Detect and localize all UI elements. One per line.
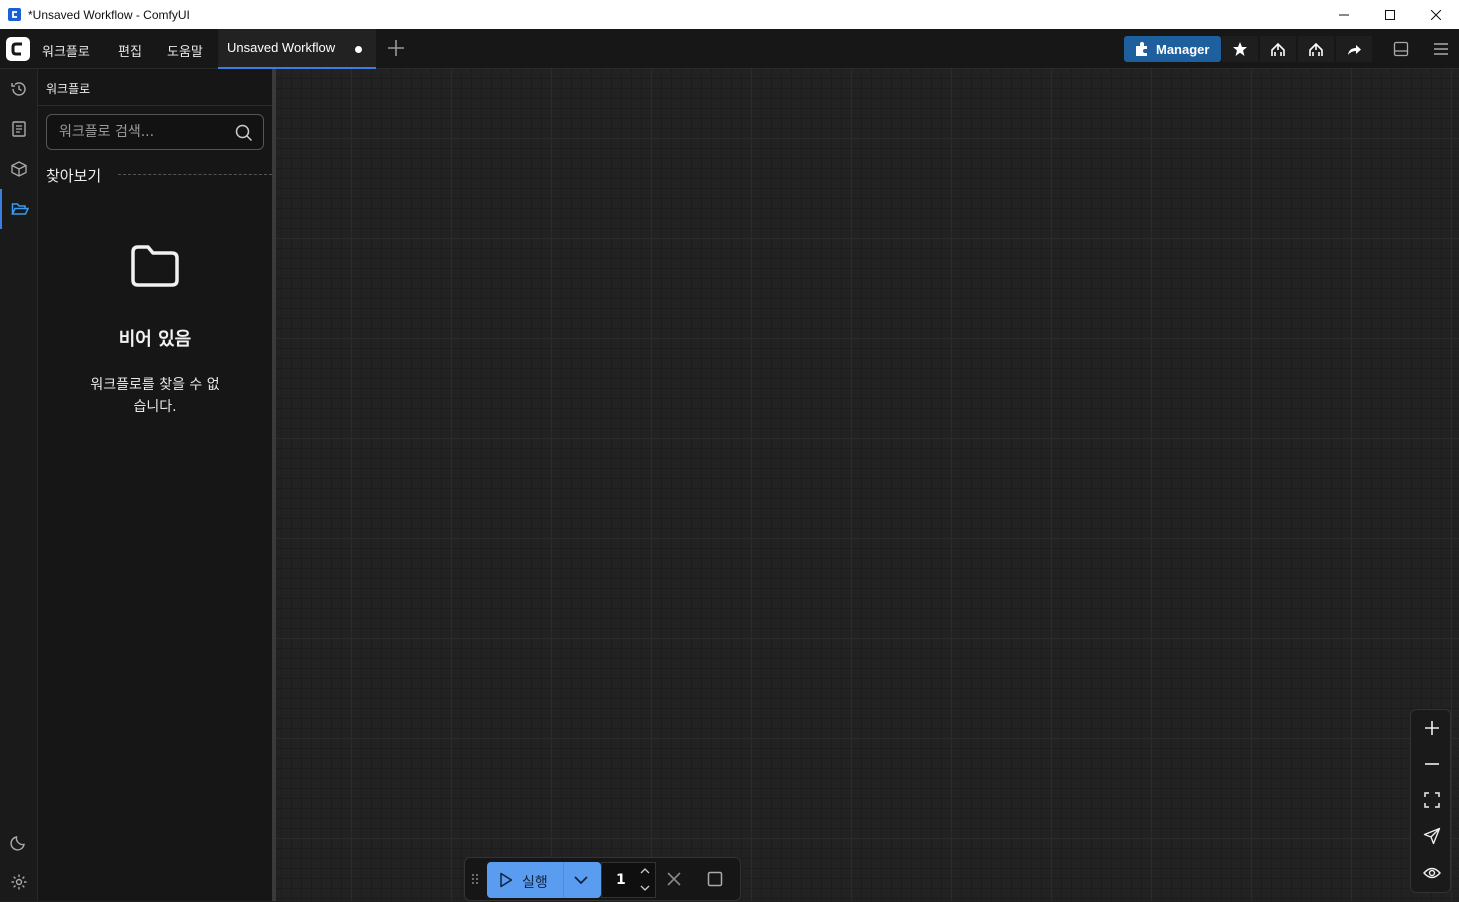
fit-view-button[interactable] [1411, 782, 1452, 818]
network-icon [1271, 42, 1285, 56]
theme-toggle-button[interactable] [0, 822, 38, 862]
run-button-separator [563, 862, 564, 898]
toggle-visibility-button[interactable] [1411, 855, 1452, 891]
share-arrow-icon [1348, 45, 1361, 55]
manager-button[interactable]: Manager [1124, 36, 1221, 62]
settings-button[interactable] [0, 862, 38, 902]
book-icon [12, 121, 26, 137]
sidebar-item-models[interactable] [0, 149, 38, 189]
menu-hamburger-button[interactable] [1423, 36, 1459, 62]
tab-unsaved-workflow[interactable]: Unsaved Workflow [218, 29, 376, 69]
run-toolbar: 실행 1 [464, 857, 741, 901]
puzzle-icon [1136, 42, 1147, 56]
tab-label: Unsaved Workflow [227, 40, 336, 55]
batch-count-stepper[interactable]: 1 [601, 862, 656, 898]
close-window-button[interactable] [1413, 0, 1459, 29]
empty-state-title: 비어 있음 [118, 329, 192, 350]
minimize-button[interactable] [1321, 0, 1367, 29]
workflow-search-box[interactable] [46, 114, 264, 150]
minus-icon [1424, 763, 1439, 765]
panel-layout-icon [1393, 41, 1409, 57]
browse-divider [118, 174, 272, 175]
comfy-logo[interactable] [6, 37, 30, 61]
history-icon [11, 82, 26, 96]
canvas-zoom-controls [1410, 709, 1451, 893]
sidebar-item-queue[interactable] [0, 69, 38, 109]
workflow-search-input[interactable] [59, 122, 229, 142]
menubar: 워크플로 편집 도움말 Unsaved Workflow Manager [0, 29, 1459, 69]
drag-handle-icon[interactable] [471, 873, 479, 887]
menu-workflow[interactable]: 워크플로 [42, 41, 90, 60]
zoom-in-button[interactable] [1411, 710, 1452, 746]
add-tab-button[interactable] [386, 38, 406, 58]
menu-help[interactable]: 도움말 [167, 41, 203, 60]
chevron-down-icon[interactable] [573, 873, 589, 887]
send-icon [1423, 827, 1440, 845]
window-titlebar: *Unsaved Workflow - ComfyUI [0, 0, 1459, 29]
cube-icon [11, 161, 27, 177]
chevron-down-small-icon[interactable] [639, 883, 651, 893]
menu-edit[interactable]: 편집 [118, 41, 142, 60]
manager-label: Manager [1156, 41, 1210, 57]
search-icon[interactable] [235, 124, 253, 142]
network-alt-icon [1309, 42, 1323, 56]
folder-open-icon [11, 203, 29, 215]
hamburger-icon [1434, 43, 1448, 55]
play-icon [500, 872, 513, 888]
window-title: *Unsaved Workflow - ComfyUI [28, 7, 190, 22]
run-label: 실행 [522, 875, 548, 891]
cancel-run-button[interactable] [665, 870, 683, 888]
graph-canvas[interactable] [276, 69, 1459, 901]
star-icon [1233, 42, 1247, 56]
eye-icon [1422, 867, 1441, 879]
run-button[interactable]: 실행 [487, 862, 601, 898]
zoom-out-button[interactable] [1411, 746, 1452, 782]
browse-section-label: 찾아보기 [46, 167, 102, 185]
workflow-share-button[interactable] [1260, 36, 1296, 62]
unsaved-dot-icon[interactable] [355, 46, 362, 53]
star-button[interactable] [1222, 36, 1258, 62]
maximize-button[interactable] [1367, 0, 1413, 29]
chevron-up-icon[interactable] [639, 866, 651, 876]
folder-icon [131, 245, 179, 287]
gear-icon [11, 874, 27, 890]
app-icon [8, 8, 21, 21]
panel-divider [38, 105, 272, 106]
plus-icon [1424, 721, 1439, 735]
sidebar-item-workflows[interactable] [0, 189, 38, 229]
left-sidebar [0, 69, 38, 901]
moon-icon [10, 836, 25, 851]
workflows-panel: 워크플로 찾아보기 비어 있음 워크플로를 찾을 수 없습니다. [38, 69, 272, 901]
stop-button[interactable] [706, 870, 724, 888]
toggle-bottom-panel-button[interactable] [1383, 36, 1419, 62]
empty-state-message: 워크플로를 찾을 수 없습니다. [90, 377, 220, 415]
workflow-share-alt-button[interactable] [1298, 36, 1334, 62]
locate-button[interactable] [1411, 818, 1452, 854]
batch-count-value[interactable]: 1 [616, 872, 626, 888]
panel-title: 워크플로 [46, 82, 91, 96]
share-button[interactable] [1336, 36, 1372, 62]
sidebar-item-node-library[interactable] [0, 109, 38, 149]
fullscreen-icon [1423, 792, 1440, 808]
